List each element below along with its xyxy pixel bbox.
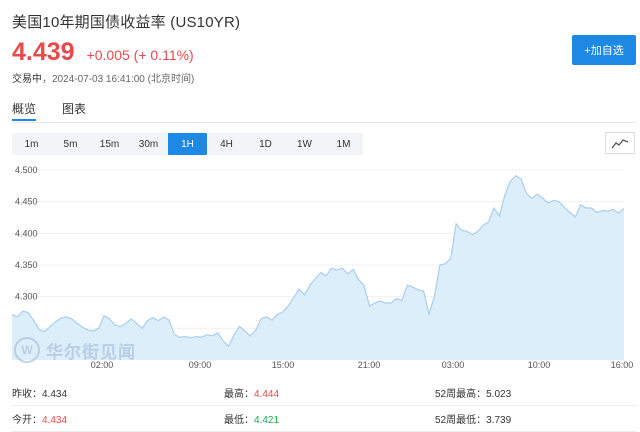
x-tick-label: 10:00 xyxy=(528,360,551,370)
chart-type-button[interactable] xyxy=(605,132,635,154)
trading-state: 交易中 xyxy=(12,74,42,85)
tab-overview[interactable]: 概览 xyxy=(12,100,37,122)
stat-label: 今开： xyxy=(12,415,42,426)
watermark-logo: W xyxy=(14,337,40,363)
stat-high: 最高：4.444 xyxy=(224,385,435,400)
period-1d[interactable]: 1D xyxy=(246,133,285,155)
stat-label: 52周最高： xyxy=(435,389,487,400)
trading-time: ，2024-07-03 16:41:00 (北京时间) xyxy=(42,74,195,85)
add-to-watchlist-button[interactable]: +加自选 xyxy=(572,35,636,65)
watermark-text: 华尔街见闻 xyxy=(46,342,136,363)
period-1h[interactable]: 1H xyxy=(168,133,207,155)
period-4h[interactable]: 4H xyxy=(207,133,246,155)
line-chart-icon xyxy=(611,139,629,149)
page-title: 美国10年期国债收益率 (US10YR) xyxy=(12,14,241,31)
period-selector: 1m 5m 15m 30m 1H 4H 1D 1W 1M xyxy=(12,133,363,155)
stat-value: 4.421 xyxy=(254,415,280,426)
stat-label: 最高： xyxy=(224,389,254,400)
x-tick-label: 15:00 xyxy=(272,360,295,370)
y-tick-label: 4.400 xyxy=(15,228,38,238)
stat-value: 3.739 xyxy=(486,415,512,426)
period-15m[interactable]: 15m xyxy=(90,133,129,155)
stat-label: 昨收： xyxy=(12,389,42,400)
y-tick-label: 4.300 xyxy=(15,292,38,302)
stat-52w-high: 52周最高：5.023 xyxy=(435,385,511,400)
x-tick-label: 03:00 xyxy=(442,360,465,370)
x-tick-label: 21:00 xyxy=(358,360,381,370)
series-area xyxy=(12,175,624,360)
trading-status: 交易中，2024-07-03 16:41:00 (北京时间) xyxy=(12,70,194,85)
current-price: 4.439 xyxy=(12,38,75,66)
watermark: W 华尔街见闻 xyxy=(14,337,136,363)
stat-open: 今开：4.434 xyxy=(12,411,224,426)
period-1mo[interactable]: 1M xyxy=(324,133,363,155)
stat-value: 4.434 xyxy=(42,415,68,426)
y-tick-label: 4.450 xyxy=(15,197,38,207)
stat-value: 4.434 xyxy=(42,389,68,400)
stat-label: 最低： xyxy=(224,415,254,426)
tab-chart[interactable]: 图表 xyxy=(62,100,86,122)
stats-row: 今开：4.434 最低：4.421 52周最低：3.739 xyxy=(12,406,637,432)
stat-52w-low: 52周最低：3.739 xyxy=(435,411,511,426)
price-change: +0.005 (+ 0.11%) xyxy=(86,47,194,63)
stat-value: 5.023 xyxy=(486,389,512,400)
stats-row: 昨收：4.434 最高：4.444 52周最高：5.023 xyxy=(12,380,637,406)
period-1w[interactable]: 1W xyxy=(285,133,324,155)
stat-label: 52周最低： xyxy=(435,415,487,426)
stat-value: 4.444 xyxy=(254,389,280,400)
stats-table: 昨收：4.434 最高：4.444 52周最高：5.023 今开：4.434 最… xyxy=(12,380,637,432)
x-tick-label: 16:00 xyxy=(611,360,634,370)
y-tick-label: 4.350 xyxy=(15,260,38,270)
period-5m[interactable]: 5m xyxy=(51,133,90,155)
stat-prev-close: 昨收：4.434 xyxy=(12,385,224,400)
x-tick-label: 09:00 xyxy=(189,360,212,370)
y-tick-label: 4.500 xyxy=(15,165,38,175)
tabs-divider xyxy=(12,122,636,123)
stat-low: 最低：4.421 xyxy=(224,411,435,426)
period-30m[interactable]: 30m xyxy=(129,133,168,155)
period-1m[interactable]: 1m xyxy=(12,133,51,155)
view-tabs: 概览 图表 xyxy=(12,100,112,122)
price-row: 4.439 +0.005 (+ 0.11%) xyxy=(12,38,194,67)
